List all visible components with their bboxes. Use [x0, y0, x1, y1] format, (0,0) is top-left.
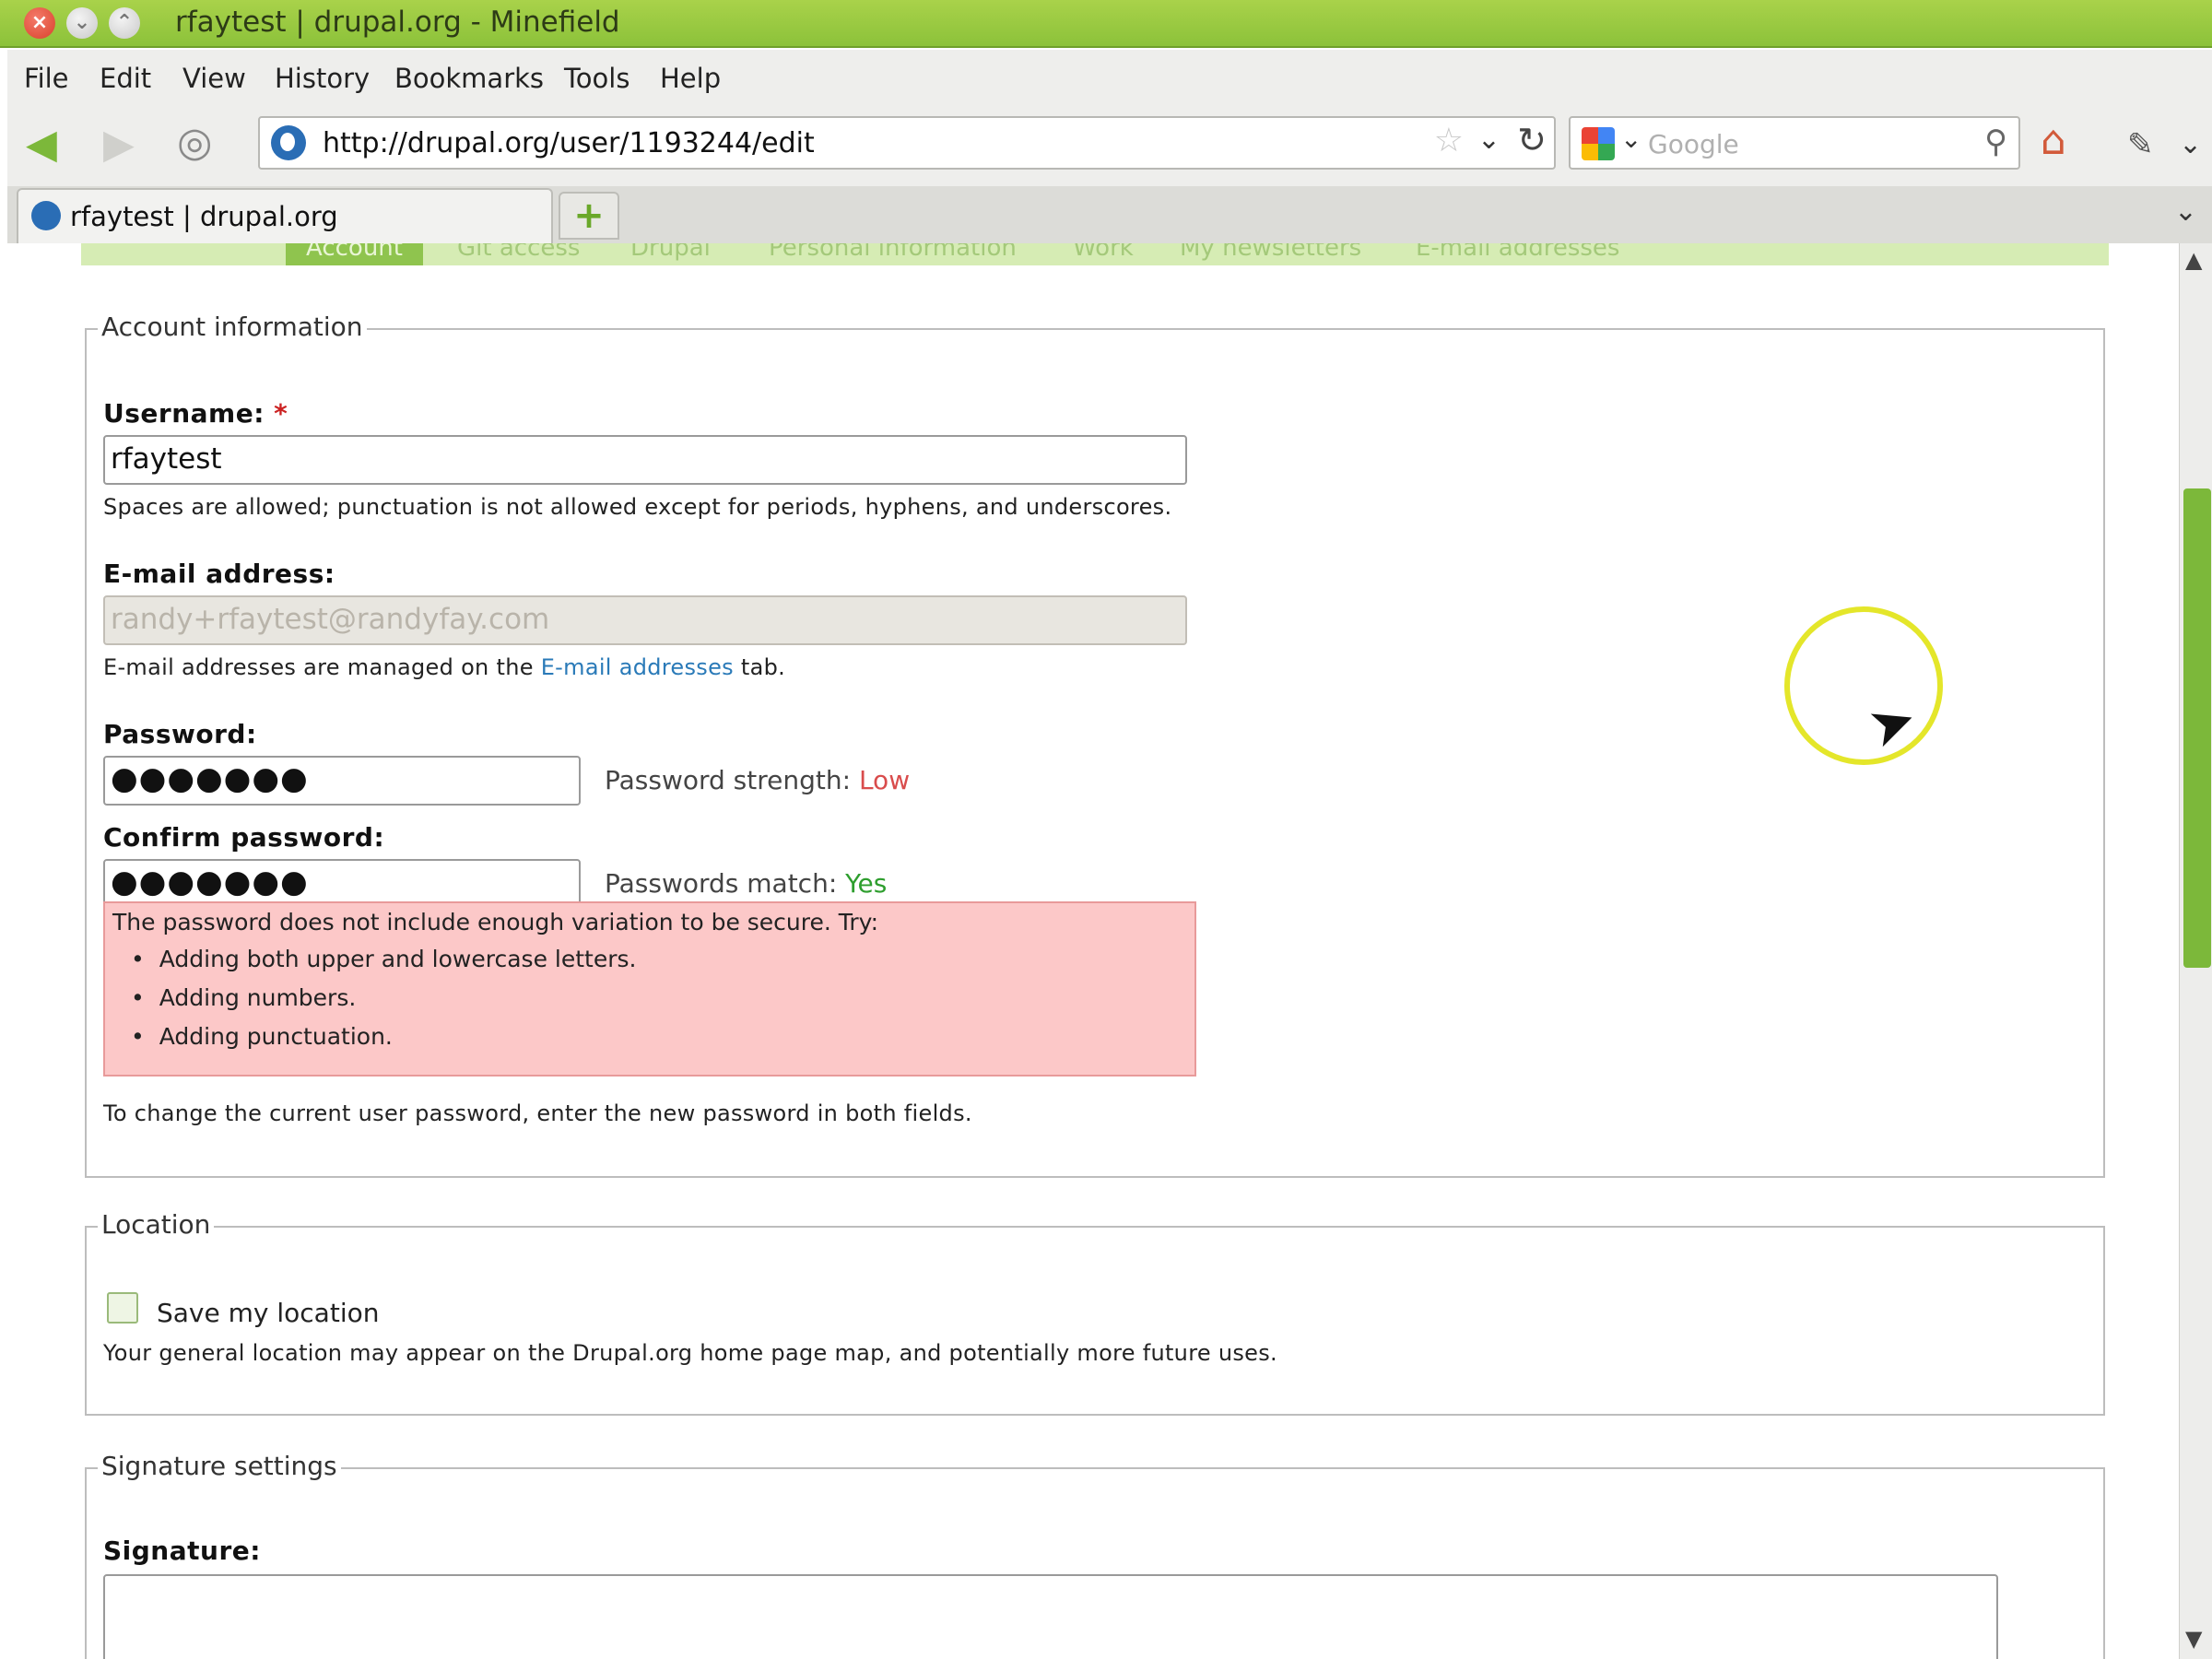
url-dropdown-icon[interactable]: ⌄	[1477, 124, 1500, 156]
search-input[interactable]: Google	[1648, 129, 1739, 159]
tab-personal-information[interactable]: Personal information	[769, 243, 1017, 262]
menu-file[interactable]: File	[24, 63, 69, 94]
menu-bar: File Edit View History Bookmarks Tools H…	[7, 50, 2212, 107]
drupal-tab-icon	[31, 201, 61, 230]
signature-fieldset: Signature settings Signature:	[85, 1451, 2105, 1659]
email-addresses-link[interactable]: E-mail addresses	[541, 654, 734, 680]
window-close-button[interactable]: ×	[24, 7, 55, 39]
page-content: Account Git access Drupal Personal infor…	[7, 243, 2179, 1659]
profile-tabs: Account Git access Drupal Personal infor…	[81, 243, 2109, 265]
signature-textarea[interactable]	[103, 1574, 1998, 1659]
location-fieldset: Location Save my location Your general l…	[85, 1209, 2105, 1416]
account-legend: Account information	[98, 312, 367, 342]
tab-account[interactable]: Account	[286, 243, 423, 265]
match-value: Yes	[845, 868, 888, 899]
menu-view[interactable]: View	[182, 63, 246, 94]
tab-drupal[interactable]: Drupal	[630, 243, 711, 262]
new-tab-button[interactable]: +	[559, 192, 619, 240]
menu-tools[interactable]: Tools	[564, 63, 629, 94]
email-description: E-mail addresses are managed on the E-ma…	[103, 654, 785, 680]
password-label: Password:	[103, 719, 257, 749]
drupal-site-icon	[271, 125, 306, 160]
password-description: To change the current user password, ent…	[103, 1100, 972, 1126]
scrollbar-thumb[interactable]	[2183, 488, 2211, 968]
addon-icon[interactable]: ✎	[2127, 122, 2154, 168]
strength-label: Password strength:	[605, 765, 859, 795]
window-titlebar: × ⌄ ⌃ rfaytest | drupal.org - Minefield	[0, 0, 2212, 48]
menu-bookmarks[interactable]: Bookmarks	[394, 63, 544, 94]
nav-toolbar: ◀ ▶ ◎ http://drupal.org/user/1193244/edi…	[7, 107, 2212, 186]
email-desc-text: E-mail addresses are managed on the	[103, 654, 541, 680]
search-icon[interactable]: ⚲	[1984, 124, 2007, 160]
username-description: Spaces are allowed; punctuation is not a…	[103, 494, 1172, 520]
toolbar-overflow-icon[interactable]: ⌄	[2179, 122, 2202, 168]
url-bar[interactable]: http://drupal.org/user/1193244/edit ☆ ⌄ …	[258, 116, 1556, 170]
username-label-text: Username:	[103, 398, 265, 429]
history-icon[interactable]: ◎	[177, 120, 212, 166]
search-bar[interactable]: ⌄ Google ⚲	[1569, 116, 2020, 170]
tab-label[interactable]: rfaytest | drupal.org	[70, 201, 338, 232]
email-input: randy+rfaytest@randyfay.com	[103, 595, 1187, 645]
save-location-checkbox[interactable]	[107, 1292, 138, 1324]
engine-dropdown-icon[interactable]: ⌄	[1620, 124, 1641, 154]
password-input[interactable]: ●●●●●●●	[103, 756, 581, 806]
required-marker: *	[274, 398, 288, 429]
tab-my-newsletters[interactable]: My newsletters	[1180, 243, 1361, 262]
warning-item: Adding both upper and lowercase letters.	[131, 946, 637, 984]
match-label: Passwords match:	[605, 868, 846, 899]
save-location-label[interactable]: Save my location	[157, 1298, 379, 1328]
window-maximize-button[interactable]: ⌃	[109, 7, 140, 39]
tab-work[interactable]: Work	[1073, 243, 1134, 262]
menu-help[interactable]: Help	[660, 63, 721, 94]
back-arrow-icon[interactable]: ◀	[26, 122, 57, 168]
window-minimize-button[interactable]: ⌄	[66, 7, 98, 39]
signature-label: Signature:	[103, 1535, 261, 1566]
password-match: Passwords match: Yes	[605, 868, 887, 899]
reload-icon[interactable]: ↻	[1517, 120, 1547, 160]
signature-legend: Signature settings	[98, 1451, 341, 1481]
browser-tab[interactable]: rfaytest | drupal.org	[17, 188, 553, 243]
menu-edit[interactable]: Edit	[100, 63, 151, 94]
forward-arrow-icon[interactable]: ▶	[103, 122, 135, 168]
warning-item: Adding punctuation.	[131, 1023, 636, 1062]
bookmark-star-icon[interactable]: ☆	[1434, 122, 1464, 159]
warning-item: Adding numbers.	[131, 984, 636, 1023]
tab-strip: rfaytest | drupal.org + ⌄	[7, 186, 2212, 243]
account-fieldset: Account information Username: * rfaytest…	[85, 312, 2105, 1178]
email-desc-suffix: tab.	[733, 654, 786, 680]
google-engine-icon[interactable]	[1582, 127, 1615, 160]
warning-heading: The password does not include enough var…	[112, 909, 879, 935]
confirm-password-label: Confirm password:	[103, 822, 385, 853]
username-label: Username: *	[103, 398, 288, 429]
menu-history[interactable]: History	[275, 63, 370, 94]
tab-list-icon[interactable]: ⌄	[2174, 195, 2197, 228]
scroll-down-icon[interactable]: ▼	[2185, 1626, 2202, 1652]
url-text[interactable]: http://drupal.org/user/1193244/edit	[323, 127, 815, 159]
password-warning: The password does not include enough var…	[103, 901, 1196, 1077]
warning-list: Adding both upper and lowercase letters.…	[131, 946, 637, 1062]
page-scrollbar[interactable]: ▲ ▼	[2179, 243, 2212, 1659]
username-input[interactable]: rfaytest	[103, 435, 1187, 485]
location-legend: Location	[98, 1209, 215, 1240]
tab-email-addresses[interactable]: E-mail addresses	[1416, 243, 1619, 262]
location-description: Your general location may appear on the …	[103, 1340, 1277, 1366]
tab-git-access[interactable]: Git access	[457, 243, 580, 262]
scroll-up-icon[interactable]: ▲	[2185, 247, 2202, 273]
email-label: E-mail address:	[103, 559, 335, 589]
strength-value: Low	[858, 765, 911, 795]
password-strength: Password strength: Low	[605, 765, 910, 795]
home-icon[interactable]: ⌂	[2041, 118, 2066, 164]
window-title: rfaytest | drupal.org - Minefield	[175, 6, 620, 39]
